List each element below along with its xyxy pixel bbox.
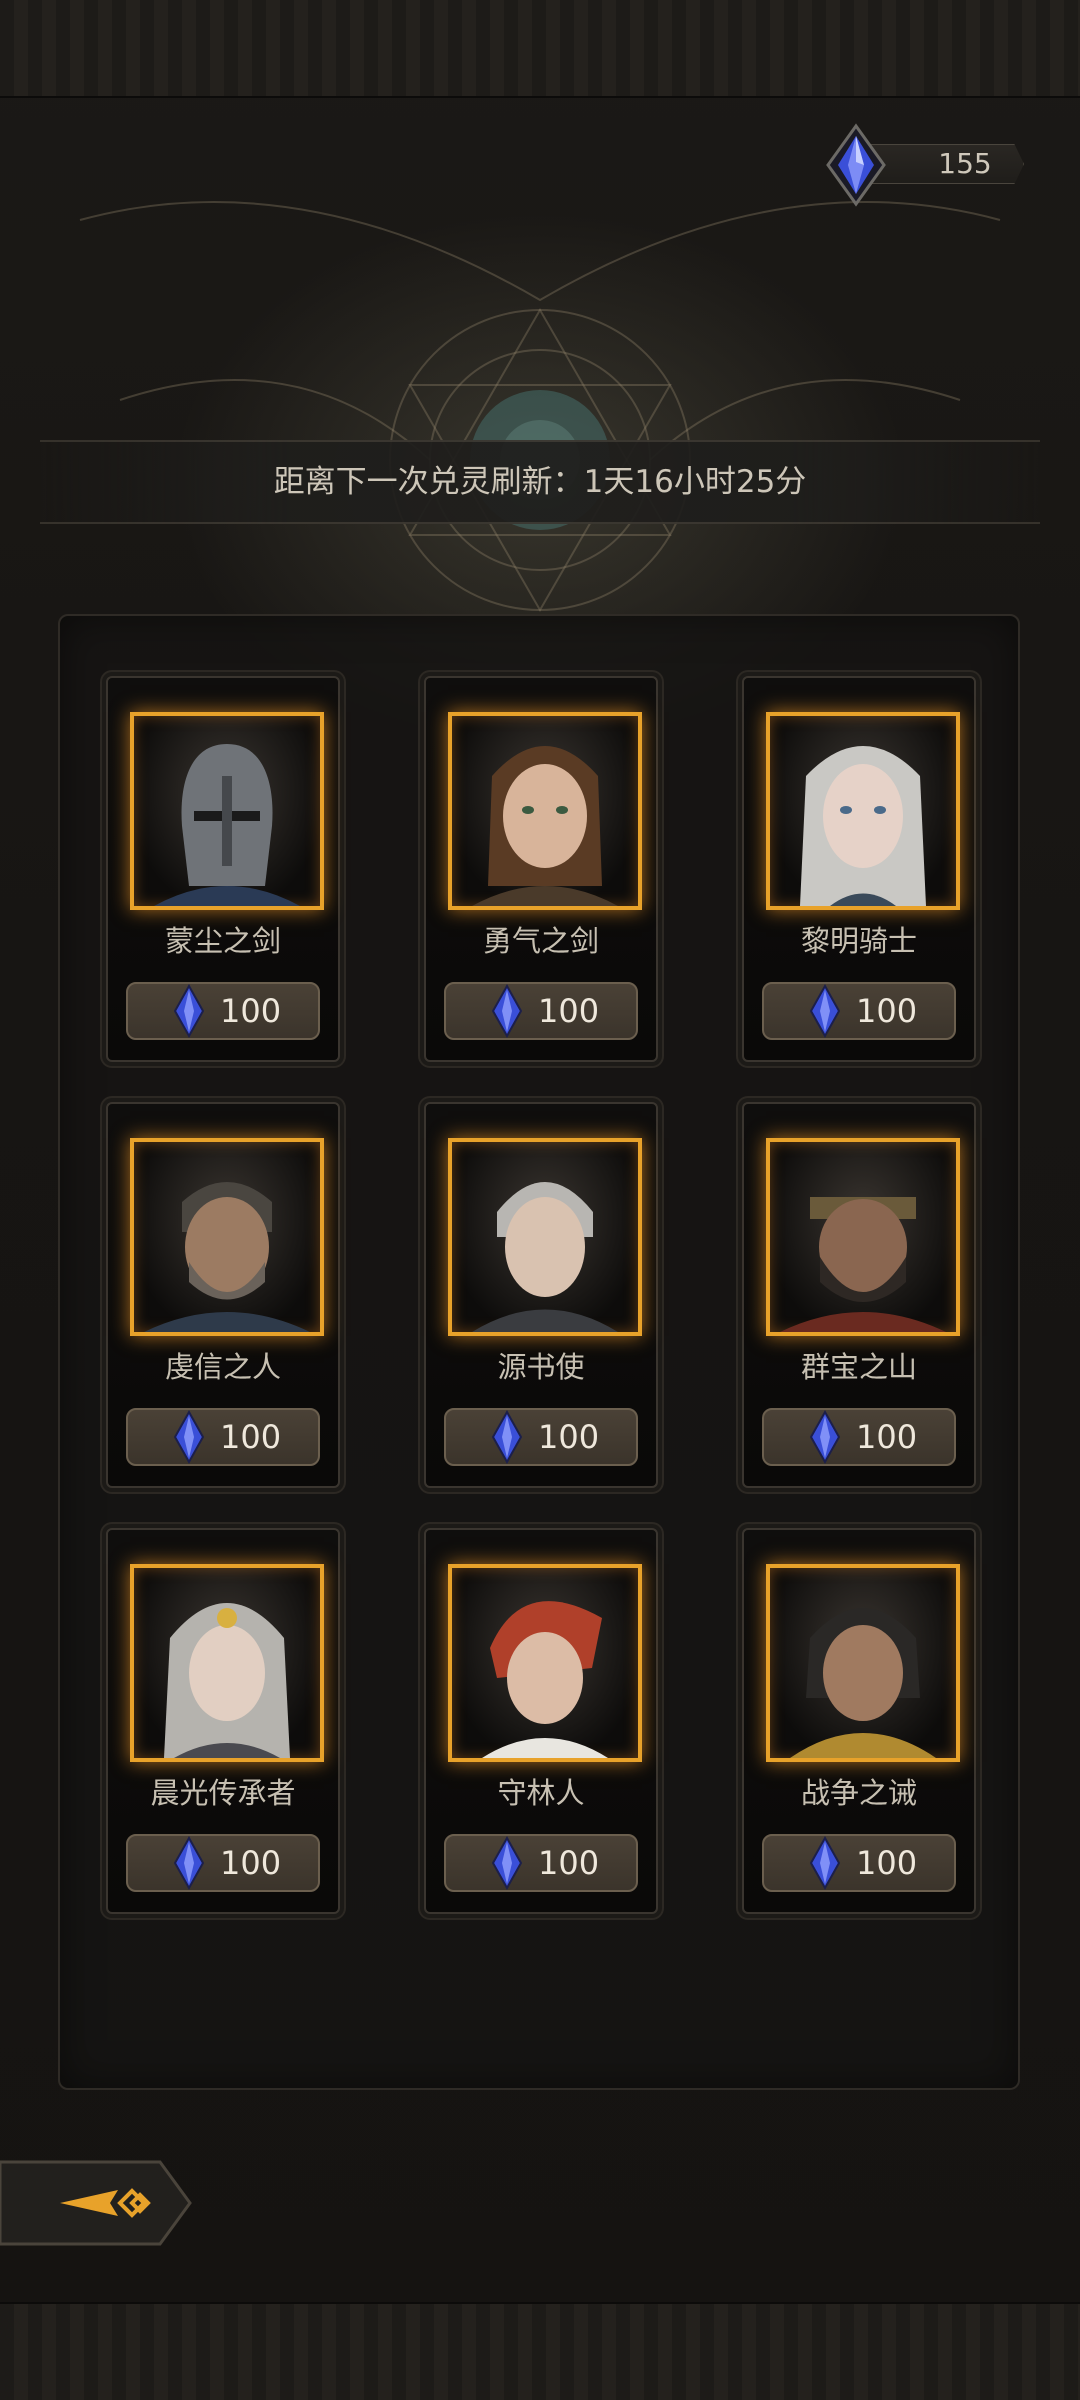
hero-card[interactable]: 黎明骑士 100 xyxy=(742,676,976,1062)
crystal-gem-icon xyxy=(809,1835,841,1891)
bearded-warrior-portrait xyxy=(130,1138,324,1336)
price-value: 100 xyxy=(856,1418,918,1456)
buy-button[interactable]: 100 xyxy=(762,1834,956,1892)
buy-button[interactable]: 100 xyxy=(126,1834,320,1892)
hero-name: 勇气之剑 xyxy=(482,924,599,958)
hero-card[interactable]: 源书使 100 xyxy=(424,1102,658,1488)
buy-button[interactable]: 100 xyxy=(444,982,638,1040)
armored-heroine-portrait xyxy=(130,1564,324,1762)
currency-display: 155 xyxy=(826,123,1026,207)
buy-button[interactable]: 100 xyxy=(444,1834,638,1892)
buy-button[interactable]: 100 xyxy=(762,982,956,1040)
hero-card[interactable]: 战争之诫 100 xyxy=(742,1528,976,1914)
buy-button[interactable]: 100 xyxy=(126,1408,320,1466)
hero-name: 守林人 xyxy=(497,1776,585,1810)
dark-haired-warrior-portrait xyxy=(766,1564,960,1762)
currency-amount: 155 xyxy=(938,147,992,180)
silver-haired-youth-portrait xyxy=(448,1138,642,1336)
silver-haired-knight-portrait xyxy=(766,712,960,910)
hero-name: 晨光传承者 xyxy=(150,1776,296,1810)
price-value: 100 xyxy=(538,992,600,1030)
bearded-merchant-portrait xyxy=(766,1138,960,1336)
hero-card[interactable]: 晨光传承者 100 xyxy=(106,1528,340,1914)
hero-name: 战争之诫 xyxy=(800,1776,917,1810)
price-value: 100 xyxy=(538,1844,600,1882)
crystal-gem-icon xyxy=(173,983,205,1039)
price-value: 100 xyxy=(220,1418,282,1456)
hero-card[interactable]: 守林人 100 xyxy=(424,1528,658,1914)
hero-name: 虔信之人 xyxy=(164,1350,281,1384)
refresh-timer-text: 距离下一次兑灵刷新：1天16小时25分 xyxy=(273,464,807,500)
refresh-timer-banner: 距离下一次兑灵刷新：1天16小时25分 xyxy=(40,440,1040,524)
price-value: 100 xyxy=(856,1844,918,1882)
back-button[interactable] xyxy=(0,2156,196,2250)
crystal-gem-icon xyxy=(173,1835,205,1891)
hero-card[interactable]: 勇气之剑 100 xyxy=(424,676,658,1062)
back-arrow-icon xyxy=(0,2160,192,2246)
brunette-heroine-portrait xyxy=(448,712,642,910)
hero-exchange-screen: 155 距离下一次兑灵刷新：1天16小时25分 蒙尘之剑 100 勇气之剑 10… xyxy=(0,0,1080,2400)
crystal-gem-icon xyxy=(809,983,841,1039)
hero-name: 黎明骑士 xyxy=(800,924,917,958)
crystal-gem-icon xyxy=(826,123,886,207)
crystal-gem-icon xyxy=(173,1409,205,1465)
hero-card[interactable]: 蒙尘之剑 100 xyxy=(106,676,340,1062)
crystal-gem-icon xyxy=(491,983,523,1039)
buy-button[interactable]: 100 xyxy=(762,1408,956,1466)
hero-name: 蒙尘之剑 xyxy=(164,924,281,958)
buy-button[interactable]: 100 xyxy=(444,1408,638,1466)
top-border xyxy=(0,0,1080,98)
price-value: 100 xyxy=(538,1418,600,1456)
crystal-gem-icon xyxy=(491,1835,523,1891)
crystal-gem-icon xyxy=(491,1409,523,1465)
hero-card[interactable]: 群宝之山 100 xyxy=(742,1102,976,1488)
hero-card[interactable]: 虔信之人 100 xyxy=(106,1102,340,1488)
buy-button[interactable]: 100 xyxy=(126,982,320,1040)
bottom-border xyxy=(0,2302,1080,2400)
price-value: 100 xyxy=(220,992,282,1030)
crystal-gem-icon xyxy=(809,1409,841,1465)
red-haired-ranger-portrait xyxy=(448,1564,642,1762)
price-value: 100 xyxy=(220,1844,282,1882)
hero-name: 群宝之山 xyxy=(800,1350,917,1384)
hero-name: 源书使 xyxy=(497,1350,585,1384)
price-value: 100 xyxy=(856,992,918,1030)
helmeted-knight-portrait xyxy=(130,712,324,910)
